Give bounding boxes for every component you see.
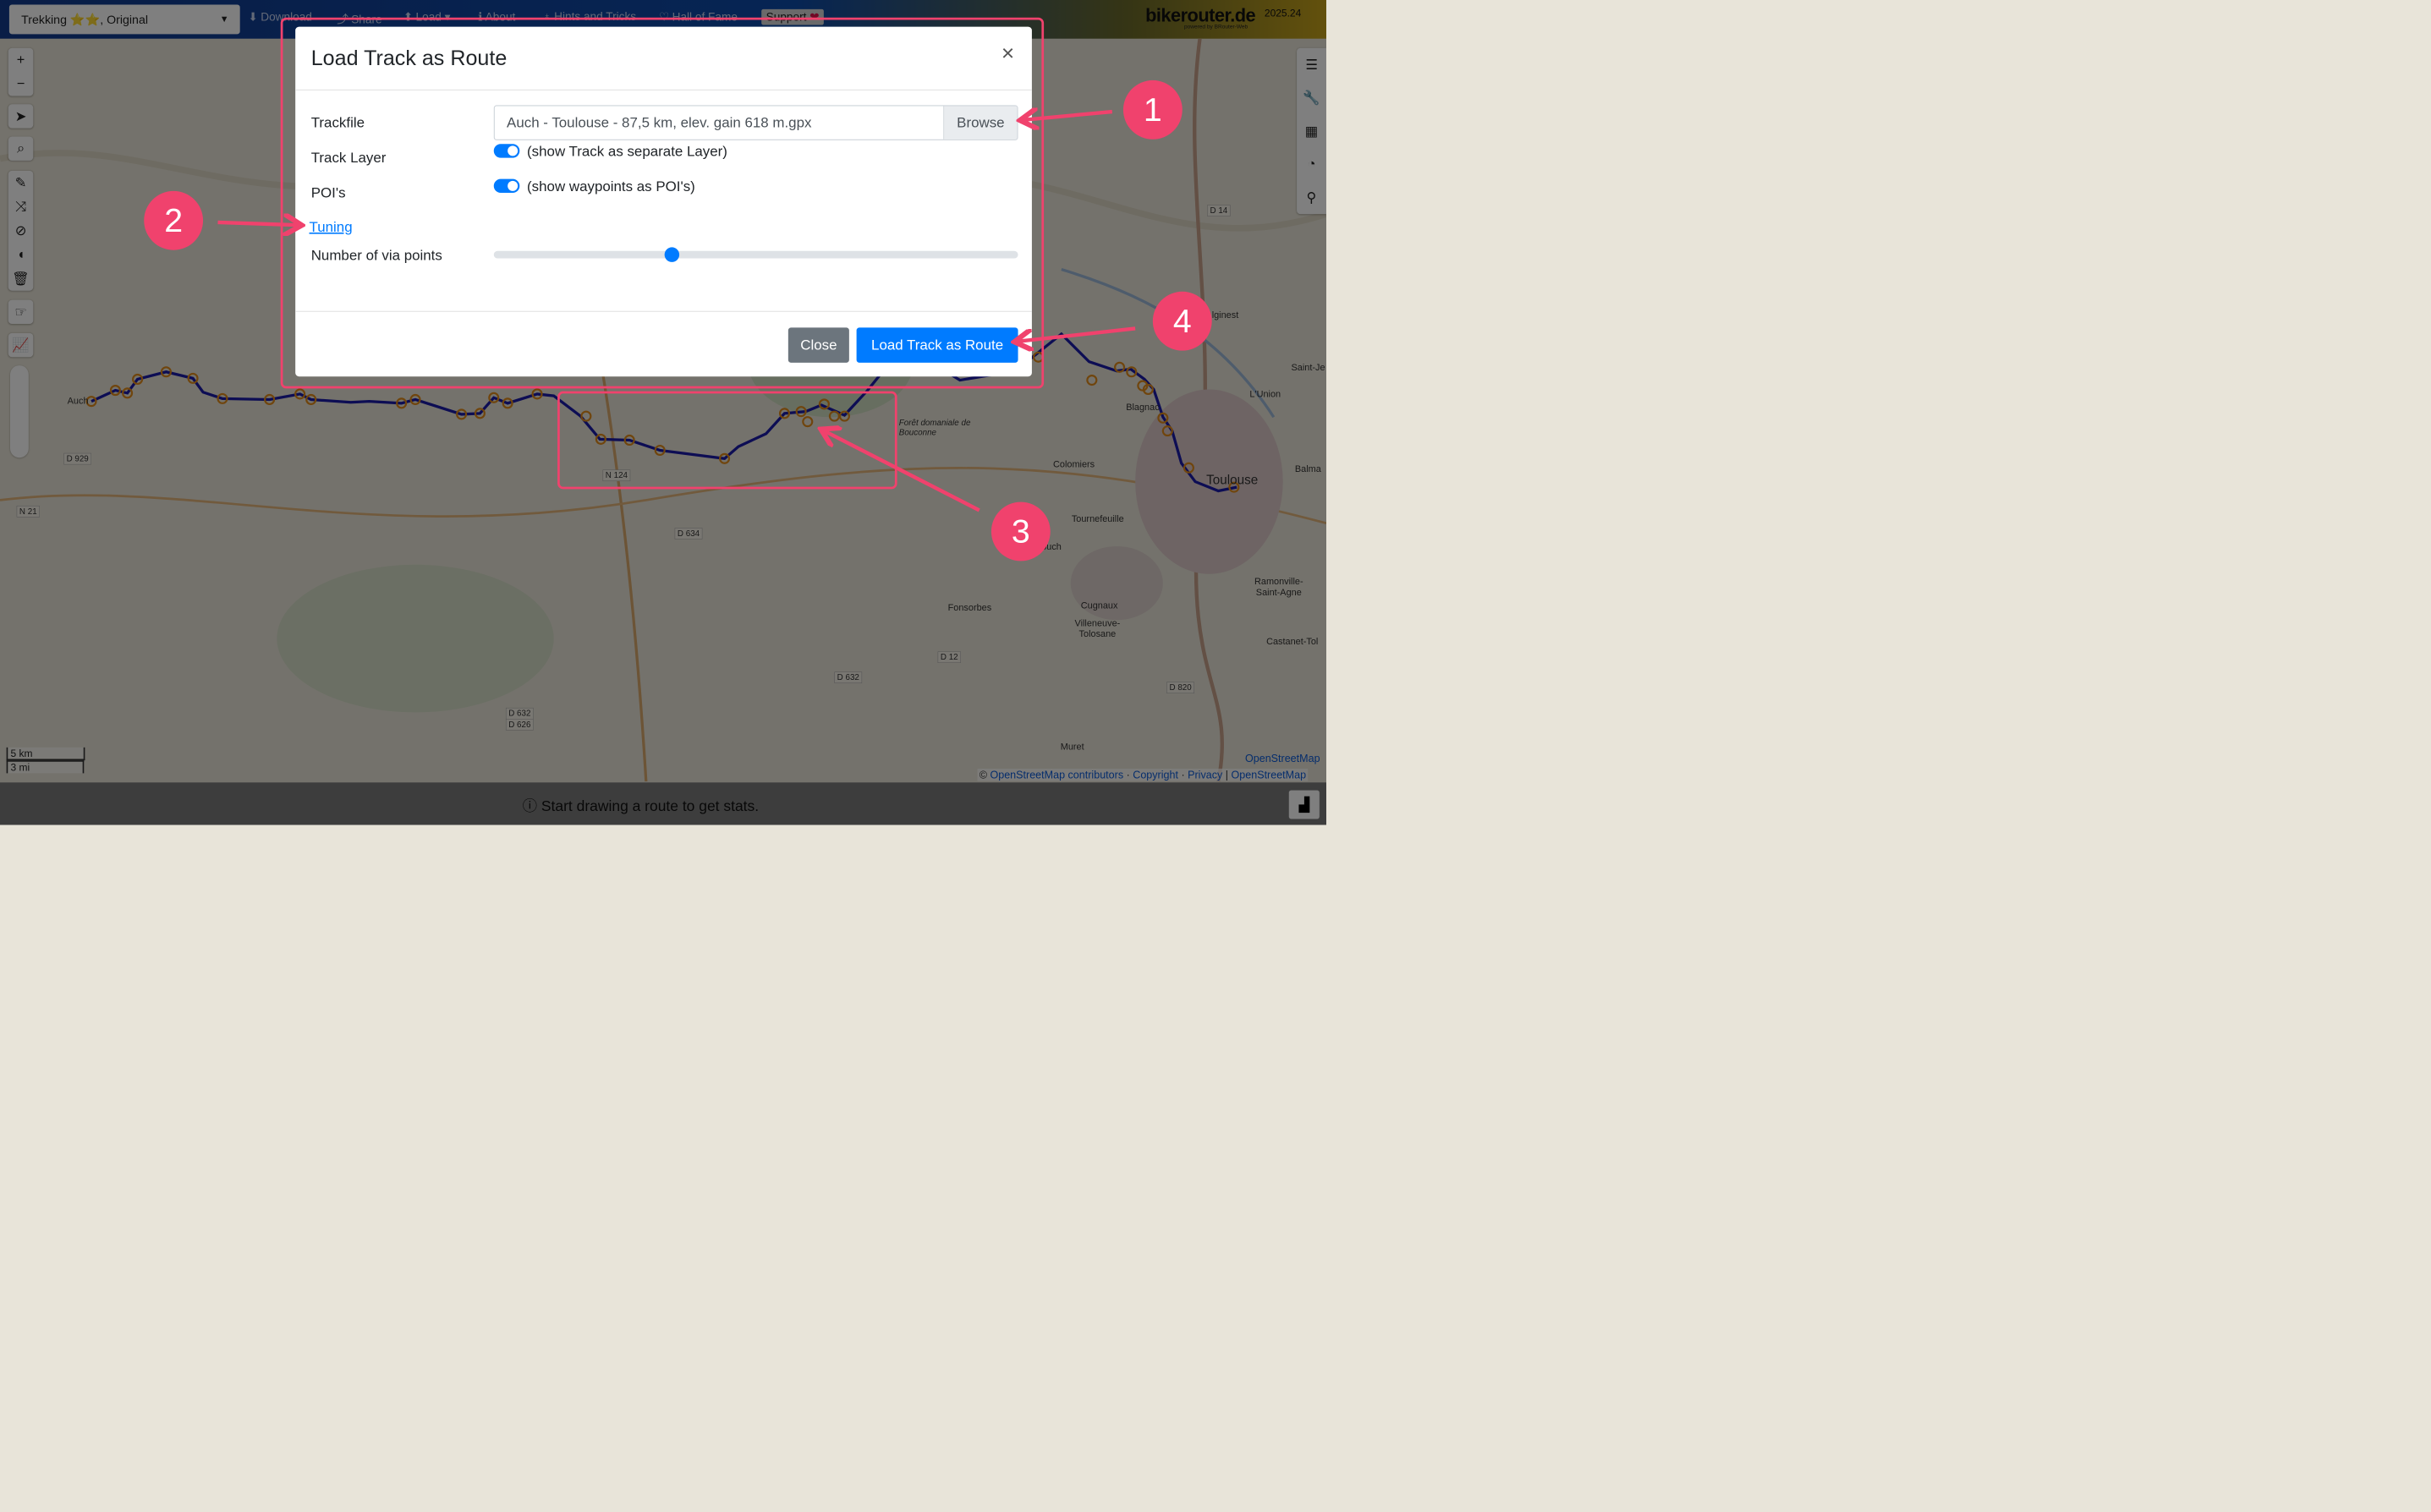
annotation-badge-4: 4 [1152, 291, 1212, 351]
annotation-badge-3: 3 [991, 501, 1051, 562]
annotation-badge-2: 2 [144, 190, 204, 250]
annotation-badge-1: 1 [1122, 79, 1183, 140]
